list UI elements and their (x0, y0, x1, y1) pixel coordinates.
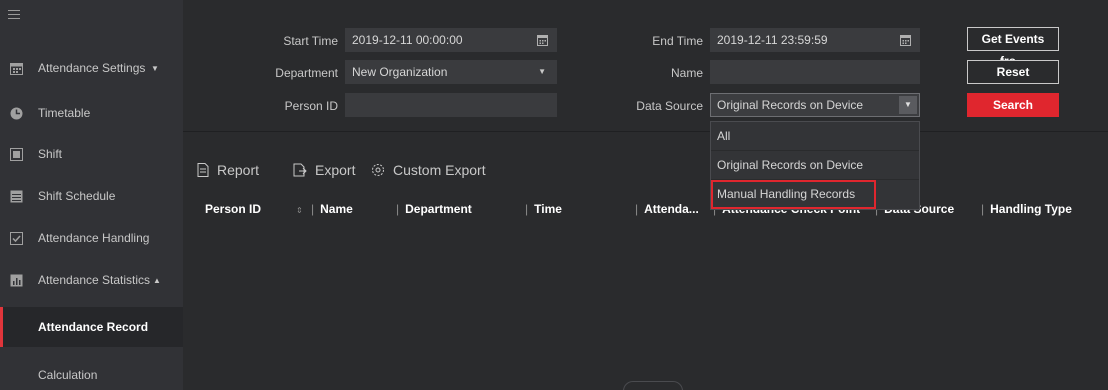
sidebar-item-timetable[interactable]: Timetable (0, 93, 183, 133)
table-header: Person ID ⇕ | Name | Department | Time | Att… (183, 194, 1108, 224)
scroll-handle[interactable] (623, 381, 683, 390)
end-time-value: 2019-12-11 23:59:59 (717, 33, 828, 47)
sidebar-item-label: Shift Schedule (38, 189, 116, 203)
sidebar-item-shift-schedule[interactable]: Shift Schedule (0, 176, 183, 216)
column-attendance-status[interactable]: | Attenda... (635, 202, 699, 216)
sidebar-item-label: Calculation (38, 368, 98, 382)
column-person-id[interactable]: Person ID (205, 202, 261, 216)
get-events-button[interactable]: Get Events fro... (967, 27, 1059, 68)
dropdown-option-manual-handling-records[interactable]: Manual Handling Records (711, 180, 876, 209)
data-source-label: Data Source (636, 99, 703, 113)
reset-button[interactable]: Reset (967, 60, 1059, 84)
calendar-icon[interactable] (900, 34, 911, 46)
data-source-select[interactable]: Original Records on Device ▼ (710, 93, 920, 117)
sidebar-item-attendance-statistics[interactable]: Attendance Statistics ▲ (0, 260, 183, 300)
chevron-down-icon: ▼ (151, 63, 159, 73)
person-id-input[interactable] (345, 93, 557, 117)
handling-icon (10, 231, 23, 245)
chevron-down-icon: ▼ (538, 67, 546, 76)
start-time-value: 2019-12-11 00:00:00 (352, 33, 463, 47)
main-content: Start Time 2019-12-11 00:00:00 Departmen… (183, 0, 1108, 390)
sidebar-item-label: Attendance Record (38, 320, 149, 334)
export-button[interactable]: Export (293, 162, 355, 178)
sidebar-item-attendance-handling[interactable]: Attendance Handling (0, 218, 183, 258)
name-input[interactable] (710, 60, 920, 84)
column-time[interactable]: | Time (525, 202, 562, 216)
shift-icon (10, 147, 23, 161)
data-source-value: Original Records on Device (717, 98, 864, 112)
sidebar: Attendance Settings ▼ Timetable Shift Sh… (0, 0, 183, 390)
export-label: Export (315, 162, 356, 178)
chevron-up-icon: ▲ (153, 275, 161, 285)
sidebar-item-label: Attendance Handling (38, 231, 150, 245)
end-time-label: End Time (652, 34, 703, 48)
data-source-dropdown: All Original Records on Device Manual Ha… (710, 121, 920, 210)
search-button[interactable]: Search (967, 93, 1059, 117)
column-handling-type[interactable]: | Handling Type (981, 202, 1072, 216)
calendar-icon[interactable] (537, 34, 548, 46)
person-id-label: Person ID (284, 99, 338, 113)
sidebar-item-attendance-record[interactable]: Attendance Record (0, 307, 183, 347)
schedule-icon (10, 190, 23, 202)
department-label: Department (275, 66, 338, 80)
toolbar: Report Export Custom Export (183, 150, 1108, 190)
start-time-label: Start Time (283, 34, 338, 48)
dropdown-option-original-records[interactable]: Original Records on Device (711, 151, 919, 180)
report-button[interactable]: Report (197, 162, 259, 178)
table-body (183, 224, 1108, 390)
sidebar-item-label: Timetable (38, 106, 91, 120)
column-attendance-status-label: Attenda... (644, 202, 699, 216)
sidebar-item-attendance-settings[interactable]: Attendance Settings ▼ (0, 48, 183, 88)
dropdown-option-all[interactable]: All (711, 122, 919, 151)
statistics-icon (10, 274, 23, 286)
clock-icon (10, 107, 23, 119)
gear-icon (372, 164, 384, 176)
start-time-input[interactable]: 2019-12-11 00:00:00 (345, 28, 557, 52)
custom-export-label: Custom Export (393, 162, 486, 178)
chevron-down-icon[interactable]: ▼ (899, 96, 917, 114)
sidebar-item-label: Shift (38, 147, 63, 161)
sidebar-item-calculation[interactable]: Calculation (0, 355, 183, 390)
calendar-icon (10, 62, 23, 75)
filter-panel: Start Time 2019-12-11 00:00:00 Departmen… (183, 0, 1108, 132)
department-value: New Organization (352, 65, 448, 79)
sidebar-item-shift[interactable]: Shift (0, 134, 183, 174)
department-select[interactable]: New Organization ▼ (345, 60, 557, 84)
report-label: Report (217, 162, 260, 178)
report-icon (197, 163, 209, 177)
column-department-label: Department (405, 202, 472, 216)
sort-icon[interactable]: ⇕ (296, 202, 303, 216)
end-time-input[interactable]: 2019-12-11 23:59:59 (710, 28, 920, 52)
export-icon (293, 163, 307, 177)
column-name-label: Name (320, 202, 353, 216)
sidebar-item-label: Attendance Statistics (38, 273, 151, 287)
column-time-label: Time (534, 202, 562, 216)
name-label: Name (670, 66, 703, 80)
column-department[interactable]: | Department (396, 202, 472, 216)
sidebar-item-label: Attendance Settings (38, 61, 146, 75)
column-name[interactable]: | Name (311, 202, 353, 216)
menu-icon[interactable] (8, 10, 20, 20)
custom-export-button[interactable]: Custom Export (371, 162, 486, 178)
column-handling-type-label: Handling Type (990, 202, 1072, 216)
